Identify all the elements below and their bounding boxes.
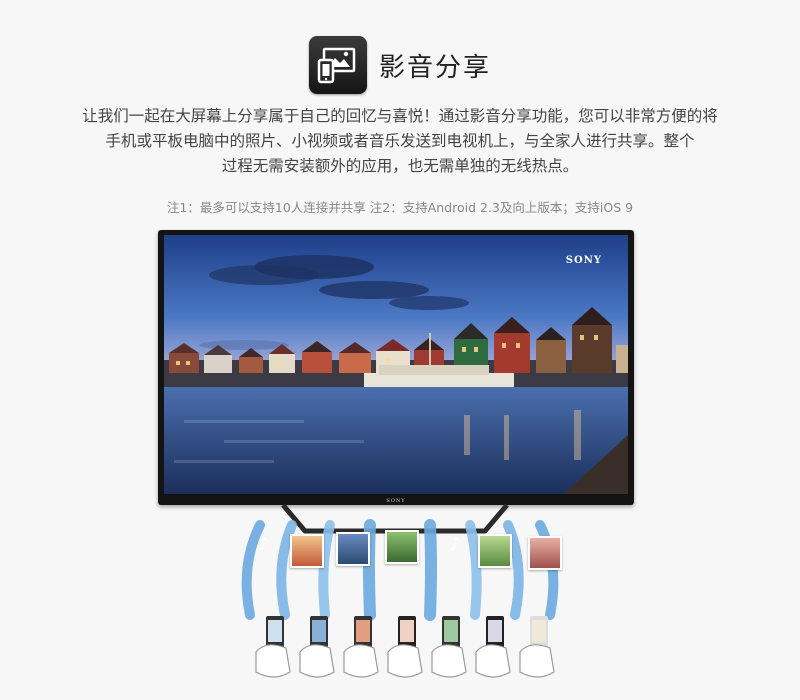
description-line-2: 手机或平板电脑中的照片、小视频或者音乐发送到电视机上，与全家人进行共享。整个 — [105, 132, 695, 150]
description-line-3: 过程无需安装额外的应用，也无需单独的无线热点。 — [221, 157, 579, 175]
feature-description: 让我们一起在大屏幕上分享属于自己的回忆与喜悦！通过影音分享功能，您可以非常方便的… — [40, 104, 760, 179]
phone-icon — [519, 616, 555, 678]
music-note-icon: ♪ — [257, 534, 269, 555]
tv-brand-logo: SONY — [565, 255, 602, 266]
music-note-icon: ♪ — [449, 534, 461, 555]
page-title: 影音分享 — [378, 52, 491, 83]
compatibility-note: 注1：最多可以支持10人连接并共享 注2：支持Android 2.3及向上版本；… — [166, 200, 634, 215]
photo-thumbnail — [385, 530, 419, 564]
phone-icon — [475, 616, 511, 678]
photo-thumbnail — [478, 534, 512, 568]
shared-media-thumbnails: ♪ ♪ — [240, 530, 562, 572]
phone-icon — [431, 616, 467, 678]
photo-thumbnail — [528, 536, 562, 570]
phone-icon — [343, 616, 379, 678]
photo-thumbnail — [290, 534, 324, 568]
section-header: 影音分享 — [0, 36, 800, 94]
screen-share-icon — [308, 36, 367, 94]
description-line-1: 让我们一起在大屏幕上分享属于自己的回忆与喜悦！通过影音分享功能，您可以非常方便的… — [82, 107, 718, 125]
photo-thumbnail — [336, 532, 370, 566]
phone-icon — [255, 616, 291, 678]
phone-icon — [299, 616, 335, 678]
phone-hands-illustration — [255, 616, 555, 678]
phone-icon — [387, 616, 423, 678]
television: SONY SONY — [158, 230, 634, 505]
mobile-devices — [240, 612, 580, 692]
tv-screen-image: SONY — [164, 235, 628, 494]
